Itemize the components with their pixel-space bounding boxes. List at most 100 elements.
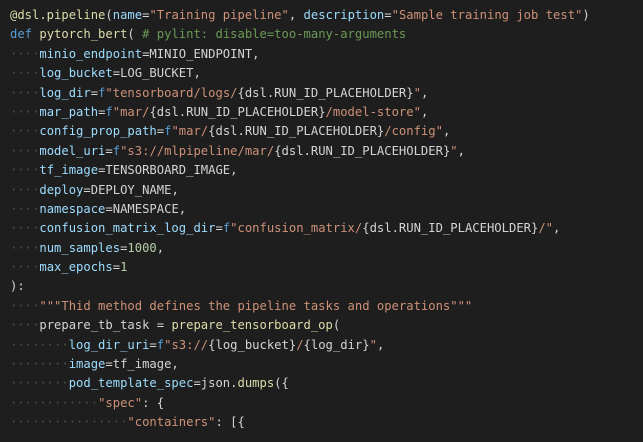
code-token: " [450,143,458,158]
indent-whitespace: ············ [10,395,99,410]
code-token: =LOG_BUCKET, [112,66,201,81]
indent-whitespace: ···· [10,66,40,81]
code-token: f [112,143,121,158]
code-line[interactable]: ····model_uri=f"s3://mlpipeline/mar/{dsl… [0,142,643,161]
code-line[interactable]: ········image=tf_image, [0,355,643,374]
indent-whitespace: ···· [10,143,40,158]
code-token: # pylint: disable=too-many-arguments [142,27,407,42]
code-line[interactable]: ················"containers": [{ [0,413,643,432]
code-token: = [90,85,99,100]
code-token: deploy [39,182,84,197]
code-token: ({ [274,376,289,391]
code-line[interactable]: ········pod_template_spec=json.dumps({ [0,374,643,393]
code-line[interactable]: ····mar_path=f"mar/{dsl.RUN_ID_PLACEHOLD… [0,103,643,122]
code-token: =DEPLOY_NAME, [83,182,179,197]
indent-whitespace: ···· [10,221,40,236]
code-line[interactable]: ····confusion_matrix_log_dir=f"confusion… [0,219,643,238]
code-line[interactable]: ····log_dir=f"tensorboard/logs/{dsl.RUN_… [0,84,643,103]
code-token: "spec" [98,395,143,410]
code-token: =json. [193,376,238,391]
code-token: "s3:// [164,337,209,352]
code-token: = [149,337,157,352]
code-token: minio_endpoint [39,46,143,61]
code-token: @dsl.pipeline [10,8,106,22]
code-token: "Training pipeline" [149,8,289,22]
code-token: , [420,104,429,119]
code-token: {dsl.RUN_ID_PLACEHOLDER} [274,143,451,158]
code-token: = [384,8,392,22]
code-line[interactable]: ): [0,277,643,296]
code-token: , [457,143,465,158]
code-token: mar_path [39,104,99,119]
code-token: {dsl.RUN_ID_PLACEHOLDER} [149,104,326,119]
code-line[interactable]: ····deploy=DEPLOY_NAME, [0,181,643,200]
code-token: ) [582,8,590,22]
indent-whitespace: ···· [10,318,40,333]
code-token: "mar/ [171,124,209,139]
code-line[interactable]: ····config_prop_path=f"mar/{dsl.RUN_ID_P… [0,122,643,141]
code-token: name [112,8,143,22]
code-token: =TENSORBOARD_IMAGE, [98,163,238,178]
code-token: tf_image [39,163,99,178]
code-token: , [420,85,429,100]
indent-whitespace: ···· [10,201,40,216]
code-token: config_prop_path [39,124,157,139]
code-token: ( [127,27,143,42]
indent-whitespace: ················ [10,415,128,430]
code-token: {dsl.RUN_ID_PLACEHOLDER} [237,85,414,100]
code-line[interactable]: ············"spec": { [0,394,643,413]
code-token: 1000 [127,240,157,255]
indent-whitespace: ···· [10,163,40,178]
code-token: {log_dir} [303,337,370,352]
code-editor[interactable]: @dsl.pipeline(name="Training pipeline", … [0,0,643,442]
code-line[interactable]: ····tf_image=TENSORBOARD_IMAGE, [0,161,643,180]
code-token: {dsl.RUN_ID_PLACEHOLDER} [362,221,539,236]
code-token: image [68,357,106,372]
code-line[interactable]: ····prepare_tb_task = prepare_tensorboar… [0,316,643,335]
code-token: /" [538,221,554,236]
code-token: {log_bucket} [208,337,297,352]
indent-whitespace: ···· [10,104,40,119]
code-token: =NAMESPACE, [105,201,187,216]
indent-whitespace: ···· [10,124,40,139]
code-line[interactable]: ········log_dir_uri=f"s3://{log_bucket}/… [0,336,643,355]
code-line[interactable]: ····"""Thid method defines the pipeline … [0,297,643,316]
code-line[interactable]: ····namespace=NAMESPACE, [0,200,643,219]
code-token: = [105,143,113,158]
code-token: confusion_matrix_log_dir [39,221,216,236]
indent-whitespace: ···· [10,85,40,100]
code-line[interactable]: ····log_bucket=LOG_BUCKET, [0,64,643,83]
indent-whitespace: ········ [10,376,69,391]
code-token: =MINIO_ENDPOINT, [142,46,260,61]
code-token: ( [105,8,113,22]
code-token: "Sample training job test" [391,8,583,22]
indent-whitespace: ···· [10,260,40,275]
code-token: log_dir_uri [68,337,150,352]
code-token: ( [332,318,341,333]
indent-whitespace: ········ [10,357,69,372]
code-line[interactable]: ····num_samples=1000, [0,239,643,258]
code-line[interactable]: ····minio_endpoint=MINIO_ENDPOINT, [0,45,643,64]
code-token: 1 [120,260,128,275]
code-token: /model-store" [325,104,421,119]
code-token: max_epochs [39,260,113,275]
code-token: f [105,104,113,119]
code-token: , [442,124,451,139]
indent-whitespace: ········ [10,337,69,352]
code-token: / [296,337,304,352]
code-line[interactable]: @dsl.pipeline(name="Training pipeline", … [0,6,643,25]
code-line[interactable]: def pytorch_bert( # pylint: disable=too-… [0,25,643,44]
indent-whitespace: ···· [10,182,40,197]
code-token: , [156,240,165,255]
code-line[interactable]: ····max_epochs=1 [0,258,643,277]
code-token: def [10,27,33,42]
code-token: {dsl.RUN_ID_PLACEHOLDER} [208,124,385,139]
code-token: f [156,337,165,352]
code-token: ): [10,279,25,294]
code-token: pytorch_bert [39,27,128,42]
code-token: = [112,260,121,275]
code-token: pod_template_spec [68,376,194,391]
code-token: namespace [39,201,106,216]
code-token: description [303,8,385,22]
code-token: = [215,221,223,236]
